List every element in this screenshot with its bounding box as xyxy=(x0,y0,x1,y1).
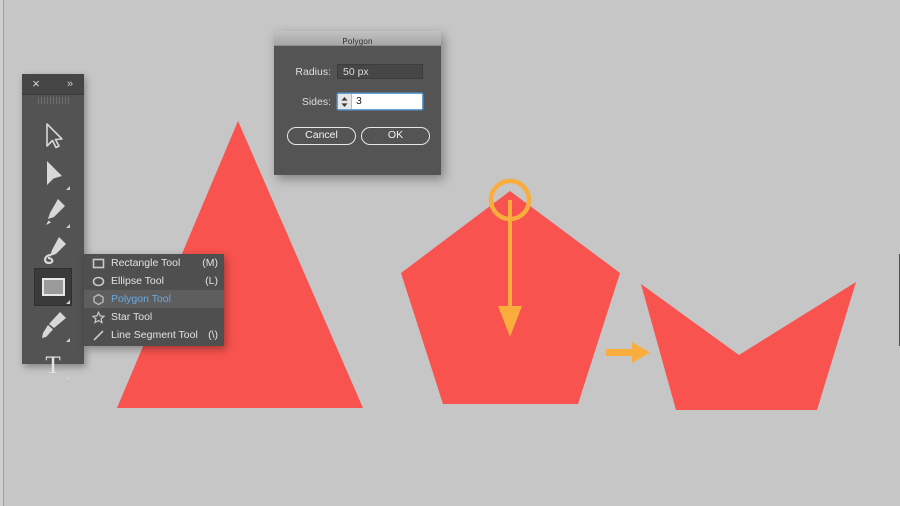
flyout-item-shortcut: (L) xyxy=(205,275,218,287)
flyout-item-star-tool[interactable]: Star Tool xyxy=(84,308,224,326)
polygon-icon xyxy=(90,291,106,307)
tool-flyout-indicator-icon xyxy=(66,300,70,304)
flyout-item-label: Rectangle Tool xyxy=(111,257,181,269)
chevron-up-down-icon xyxy=(341,96,348,107)
flyout-item-shortcut: (\) xyxy=(208,329,218,341)
tool-flyout-indicator-icon xyxy=(66,224,70,228)
flyout-item-rectangle-tool[interactable]: Rectangle Tool (M) xyxy=(84,254,224,272)
tool-panel-header: × » xyxy=(22,74,84,95)
tool-pen-tool[interactable] xyxy=(34,192,72,230)
tool-flyout-indicator-icon xyxy=(66,338,70,342)
tool-curvature-tool[interactable] xyxy=(34,230,72,268)
tool-direct-selection-tool[interactable] xyxy=(34,154,72,192)
dialog-title: Polygon xyxy=(342,37,373,46)
sides-stepper[interactable]: 3 xyxy=(337,93,423,110)
flyout-item-shortcut: (M) xyxy=(202,257,218,269)
triangle-shape[interactable] xyxy=(0,0,900,506)
svg-text:T: T xyxy=(45,352,60,379)
radius-field-row: Radius: 50 px xyxy=(286,64,423,79)
line-segment-icon xyxy=(90,327,106,343)
tool-type-tool[interactable]: T xyxy=(34,344,72,382)
polygon-dialog: Polygon Radius: 50 px Sides: 3 Cancel OK xyxy=(274,31,441,175)
expand-panel-icon[interactable]: » xyxy=(63,77,77,91)
tool-rectangle-tool[interactable] xyxy=(34,268,72,306)
ok-button[interactable]: OK xyxy=(361,127,430,145)
tool-selection-tool[interactable] xyxy=(34,116,72,154)
sides-input[interactable]: 3 xyxy=(352,94,422,109)
tool-panel: × » T xyxy=(22,74,84,380)
flyout-item-polygon-tool[interactable]: Polygon Tool xyxy=(84,290,224,308)
cancel-button[interactable]: Cancel xyxy=(287,127,356,145)
flyout-item-ellipse-tool[interactable]: Ellipse Tool (L) xyxy=(84,272,224,290)
flyout-item-label: Star Tool xyxy=(111,311,153,323)
transform-arrow xyxy=(606,342,650,363)
ellipse-icon xyxy=(90,273,106,289)
illustrator-screenshot: × » T Rectangle Tool (M) Ellipse Tool (L… xyxy=(0,0,900,506)
curvature-tool-icon xyxy=(44,237,66,265)
sides-field-row: Sides: 3 xyxy=(286,93,423,110)
flyout-item-label: Line Segment Tool xyxy=(111,329,198,341)
sides-label: Sides: xyxy=(301,95,331,108)
selection-tool-icon xyxy=(46,123,63,149)
flyout-item-label: Ellipse Tool xyxy=(111,275,164,287)
panel-grip[interactable] xyxy=(22,95,84,106)
flyout-item-label: Polygon Tool xyxy=(111,293,171,305)
flyout-item-line-segment-tool[interactable]: Line Segment Tool (\) xyxy=(84,326,224,344)
radius-label: Radius: xyxy=(295,65,331,78)
rectangle-icon xyxy=(90,255,106,271)
sides-spinner-buttons[interactable] xyxy=(338,94,352,109)
crown-shape[interactable] xyxy=(641,282,856,410)
tool-paintbrush-tool[interactable] xyxy=(34,306,72,344)
radius-handle-circle[interactable] xyxy=(480,172,550,242)
dialog-titlebar[interactable]: Polygon xyxy=(274,31,441,46)
tool-flyout-indicator-icon xyxy=(66,186,70,190)
shape-tools-flyout-menu: Rectangle Tool (M) Ellipse Tool (L) Poly… xyxy=(84,254,224,346)
star-icon xyxy=(90,309,106,325)
radius-input[interactable]: 50 px xyxy=(337,64,423,79)
tool-flyout-indicator-icon xyxy=(66,376,70,380)
close-icon[interactable]: × xyxy=(29,77,43,91)
